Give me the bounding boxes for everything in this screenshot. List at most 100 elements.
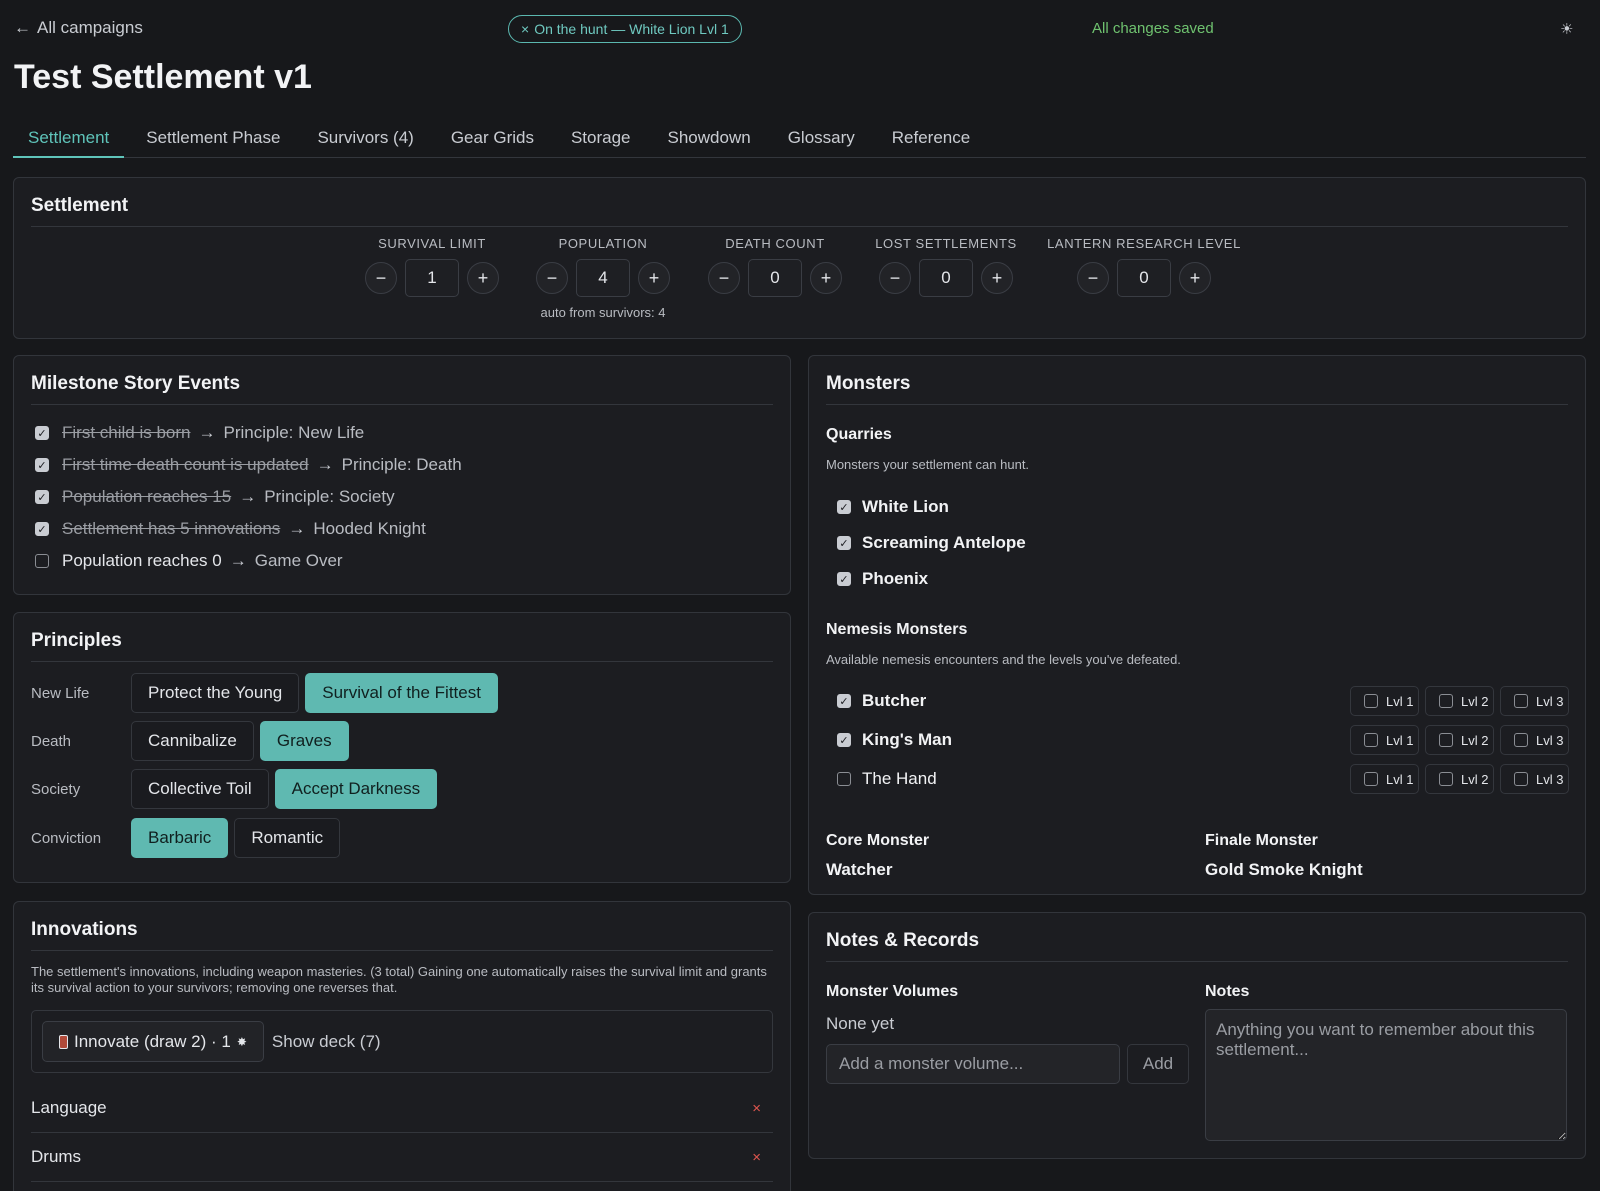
monster-volume-input[interactable] [826,1044,1120,1084]
quarries-heading: Quarries [826,426,892,443]
notes-textarea[interactable] [1205,1009,1567,1141]
level-checkbox[interactable] [1364,733,1378,747]
divider [31,661,773,662]
principle-option-protect-the-young[interactable]: Protect the Young [131,673,300,713]
remove-icon[interactable]: × [752,1100,761,1117]
add-volume-button[interactable]: Add [1127,1044,1189,1084]
nemesis-checkbox[interactable] [837,772,851,786]
milestone-checkbox[interactable]: ✓ [35,490,49,504]
quarry-checkbox[interactable]: ✓ [837,572,851,586]
level-checkbox[interactable] [1439,772,1453,786]
principle-option-cannibalize[interactable]: Cannibalize [131,721,254,761]
monsters-card: Monsters Quarries Monsters your settleme… [808,355,1586,895]
milestone-checkbox[interactable]: ✓ [35,522,49,536]
tab-survivors[interactable]: Survivors (4) [302,120,428,158]
increment-button[interactable]: + [810,262,842,294]
level-toggle[interactable]: Lvl 2 [1425,764,1494,794]
milestone-event: Population reaches 15 [62,487,232,506]
principle-row-death: Death Cannibalize Graves [31,721,355,761]
level-checkbox[interactable] [1364,694,1378,708]
increment-button[interactable]: + [981,262,1013,294]
remove-icon[interactable]: × [752,1149,761,1166]
level-toggle[interactable]: Lvl 1 [1350,764,1419,794]
decrement-button[interactable]: − [1077,262,1109,294]
tab-gear-grids[interactable]: Gear Grids [436,120,549,158]
decrement-button[interactable]: − [879,262,911,294]
innovation-name: Drums [31,1147,82,1166]
quarry-checkbox[interactable]: ✓ [837,536,851,550]
principle-option-accept-darkness[interactable]: Accept Darkness [274,769,438,809]
principle-option-collective-toil[interactable]: Collective Toil [131,769,269,809]
tab-settlement-phase[interactable]: Settlement Phase [131,120,295,158]
arrow-right-icon: → [198,423,216,442]
divider [826,961,1568,962]
sun-icon[interactable]: ☀ [1560,20,1573,38]
innovate-button[interactable]: Innovate (draw 2) · 1 ✸ [42,1021,264,1062]
innovation-item: Language × [31,1084,773,1133]
tab-glossary[interactable]: Glossary [773,120,870,158]
level-checkbox[interactable] [1514,772,1528,786]
milestone-event: First child is born [62,423,191,442]
monsters-title: Monsters [826,373,911,394]
increment-button[interactable]: + [467,262,499,294]
survival-limit-value[interactable]: 1 [405,259,459,297]
tab-storage[interactable]: Storage [556,120,646,158]
level-toggle[interactable]: Lvl 3 [1500,725,1569,755]
decrement-button[interactable]: − [708,262,740,294]
increment-button[interactable]: + [638,262,670,294]
close-icon[interactable]: × [521,21,529,37]
nemesis-subtitle: Available nemesis encounters and the lev… [826,652,1181,667]
population-value[interactable]: 4 [576,259,630,297]
milestone-checkbox[interactable]: ✓ [35,458,49,472]
level-toggle[interactable]: Lvl 2 [1425,686,1494,716]
level-label: Lvl 1 [1386,732,1414,748]
quarry-item: ✓ Phoenix [837,569,928,589]
quarry-item: ✓ White Lion [837,497,949,517]
stat-survival-limit: SURVIVAL LIMIT − 1 + [362,236,502,297]
level-checkbox[interactable] [1439,733,1453,747]
level-checkbox[interactable] [1514,694,1528,708]
decrement-button[interactable]: − [365,262,397,294]
lantern-research-value[interactable]: 0 [1117,259,1171,297]
milestone-result: Hooded Knight [313,519,426,538]
principle-option-graves[interactable]: Graves [259,721,349,761]
principle-option-survival-of-the-fittest[interactable]: Survival of the Fittest [305,673,498,713]
principle-option-barbaric[interactable]: Barbaric [131,818,229,858]
show-deck-link[interactable]: Show deck (7) [272,1032,381,1052]
death-count-value[interactable]: 0 [748,259,802,297]
quarry-checkbox[interactable]: ✓ [837,500,851,514]
hunt-status-badge[interactable]: × On the hunt — White Lion Lvl 1 [508,15,742,43]
level-label: Lvl 2 [1461,693,1489,709]
level-checkbox[interactable] [1514,733,1528,747]
level-toggle[interactable]: Lvl 1 [1350,686,1419,716]
back-link[interactable]: ← All campaigns [14,18,143,38]
principles-title: Principles [31,630,122,651]
principle-label: Death [31,732,72,750]
principle-option-romantic[interactable]: Romantic [234,818,341,858]
milestone-checkbox[interactable] [35,554,49,568]
level-label: Lvl 1 [1386,771,1414,787]
nemesis-checkbox[interactable]: ✓ [837,733,851,747]
notes-title: Notes & Records [826,930,980,951]
nemesis-name: King's Man [862,730,952,749]
core-monster-label: Core Monster [826,832,930,849]
tab-settlement[interactable]: Settlement [13,120,125,158]
increment-button[interactable]: + [1179,262,1211,294]
tab-reference[interactable]: Reference [877,120,985,158]
nemesis-checkbox[interactable]: ✓ [837,694,851,708]
principle-row-society: Society Collective Toil Accept Darkness [31,769,443,809]
level-toggle[interactable]: Lvl 1 [1350,725,1419,755]
core-monster-value: Watcher [826,860,893,879]
tab-showdown[interactable]: Showdown [653,120,766,158]
level-checkbox[interactable] [1364,772,1378,786]
level-toggle[interactable]: Lvl 3 [1500,686,1569,716]
milestone-checkbox[interactable]: ✓ [35,426,49,440]
lost-settlements-value[interactable]: 0 [919,259,973,297]
decrement-button[interactable]: − [536,262,568,294]
stat-label: POPULATION [558,236,648,251]
level-toggle[interactable]: Lvl 2 [1425,725,1494,755]
innovate-label: Innovate (draw 2) · 1 [74,1031,231,1051]
innovation-item: Drums × [31,1133,773,1182]
level-toggle[interactable]: Lvl 3 [1500,764,1569,794]
level-checkbox[interactable] [1439,694,1453,708]
